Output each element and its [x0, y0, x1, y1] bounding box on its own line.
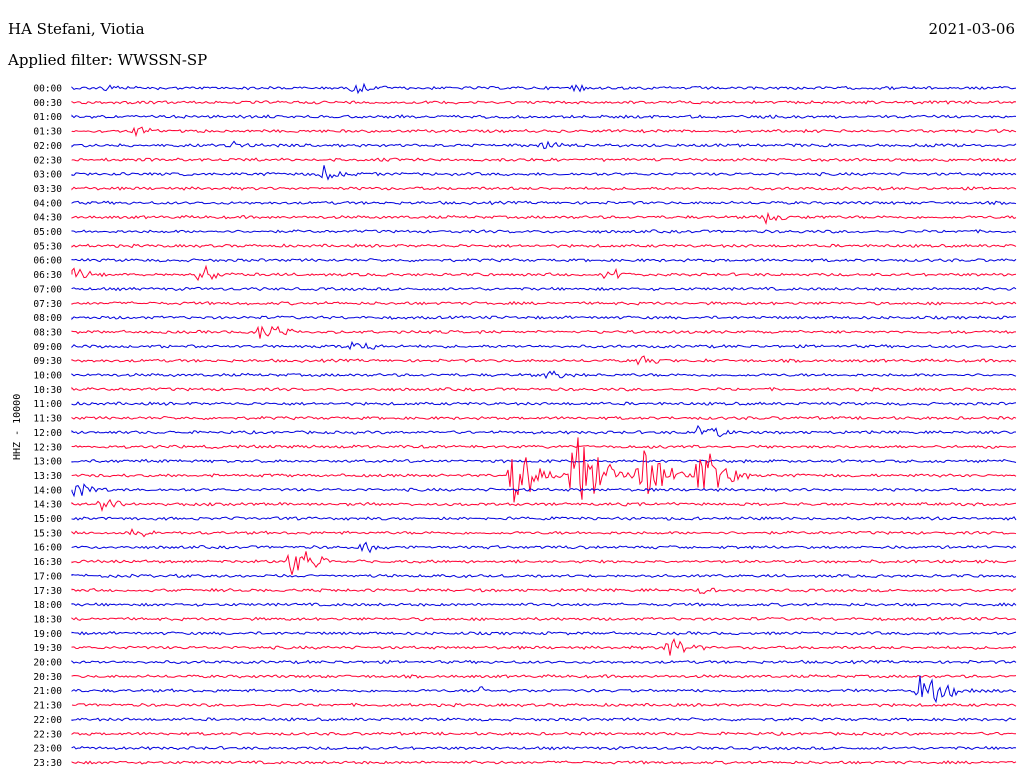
trace-0100: [71, 114, 1017, 119]
trace-0400: [71, 200, 1017, 206]
trace-0900: [71, 340, 1017, 351]
row-time-label: 23:00: [33, 744, 62, 755]
trace-1130: [71, 415, 1017, 421]
row-time-label: 16:30: [33, 557, 62, 568]
trace-1030: [71, 386, 1017, 392]
trace-2330: [71, 760, 1017, 765]
row-time-label: 08:00: [33, 313, 62, 324]
row-time-label: 04:00: [33, 198, 62, 209]
trace-0500: [71, 229, 1017, 234]
row-time-label: 19:30: [33, 643, 62, 654]
row-time-label: 20:00: [33, 658, 62, 669]
row-time-label: 09:30: [33, 356, 62, 367]
row-time-label: 07:00: [33, 284, 62, 295]
row-time-label: 14:00: [33, 485, 62, 496]
row-time-label: 17:00: [33, 571, 62, 582]
trace-0730: [71, 300, 1017, 306]
trace-0330: [71, 186, 1017, 191]
row-time-label: 02:00: [33, 141, 62, 152]
row-time-label: 08:30: [33, 327, 62, 338]
row-time-label: 06:00: [33, 256, 62, 267]
trace-0030: [71, 99, 1017, 105]
row-time-label: 16:00: [33, 543, 62, 554]
trace-1930: [71, 637, 1017, 656]
row-time-label: 12:00: [33, 428, 62, 439]
trace-0630: [71, 264, 1017, 282]
row-time-label: 19:00: [33, 629, 62, 640]
trace-0930: [71, 355, 1017, 366]
trace-1730: [71, 587, 1017, 595]
trace-1500: [71, 516, 1017, 521]
row-time-label: 10:00: [33, 371, 62, 382]
row-time-label: 17:30: [33, 586, 62, 597]
trace-1630: [71, 551, 1017, 575]
row-time-label: 22:00: [33, 715, 62, 726]
trace-1600: [71, 541, 1017, 554]
row-time-label: 00:00: [33, 84, 62, 95]
row-time-label: 15:00: [33, 514, 62, 525]
row-time-label: 02:30: [33, 155, 62, 166]
trace-1400: [71, 483, 1017, 498]
row-time-label: 04:30: [33, 213, 62, 224]
row-time-label: 11:30: [33, 414, 62, 425]
row-time-label: 22:30: [33, 729, 62, 740]
trace-0800: [71, 315, 1017, 321]
row-time-label: 23:30: [33, 758, 62, 769]
row-time-label: 03:00: [33, 170, 62, 181]
row-time-label: 21:30: [33, 701, 62, 712]
row-time-label: 09:00: [33, 342, 62, 353]
trace-0700: [71, 286, 1017, 292]
trace-1000: [71, 370, 1017, 380]
trace-1300: [71, 458, 1017, 464]
row-time-label: 10:30: [33, 385, 62, 396]
trace-0430: [71, 211, 1017, 226]
row-time-label: 21:00: [33, 686, 62, 697]
trace-0300: [71, 165, 1017, 181]
trace-1200: [71, 424, 1016, 438]
trace-1700: [71, 573, 1017, 579]
row-time-label: 18:30: [33, 614, 62, 625]
row-time-label: 11:00: [33, 399, 62, 410]
trace-0530: [71, 243, 1017, 249]
trace-1100: [71, 401, 1017, 406]
trace-1430: [71, 498, 1017, 512]
seismogram-plot: 00:00 00:30 01:00 01:30 02:00 02:30 03:00 03:30…: [33, 82, 1017, 769]
row-time-label: 15:30: [33, 528, 62, 539]
trace-1530: [71, 528, 1017, 538]
trace-2130: [71, 702, 1017, 708]
trace-1230: [71, 444, 1017, 449]
trace-0600: [71, 257, 1017, 263]
trace-0130: [71, 126, 1017, 138]
row-time-label: 03:30: [33, 184, 62, 195]
row-labels: 00:00 00:30 01:00 01:30 02:00 02:30 03:00 03:30…: [33, 84, 62, 769]
trace-2000: [71, 659, 1017, 665]
row-time-label: 18:00: [33, 600, 62, 611]
row-time-label: 12:30: [33, 442, 62, 453]
row-time-label: 01:00: [33, 112, 62, 123]
trace-1830: [71, 616, 1017, 622]
row-time-label: 00:30: [33, 98, 62, 109]
trace-1800: [71, 602, 1017, 607]
trace-2030: [71, 674, 1017, 679]
row-time-label: 14:30: [33, 500, 62, 511]
trace-2300: [71, 745, 1017, 751]
row-time-label: 07:30: [33, 299, 62, 310]
trace-0230: [71, 157, 1017, 163]
row-time-label: 06:30: [33, 270, 62, 281]
trace-0830: [71, 325, 1016, 339]
trace-1900: [71, 631, 1017, 636]
row-time-label: 13:30: [33, 471, 62, 482]
trace-0200: [71, 140, 1017, 150]
row-time-label: 05:00: [33, 227, 62, 238]
row-time-label: 13:00: [33, 457, 62, 468]
trace-2100: [71, 675, 1017, 704]
row-time-label: 05:30: [33, 241, 62, 252]
trace-2230: [71, 731, 1017, 736]
trace-0000: [71, 82, 1017, 95]
row-time-label: 01:30: [33, 127, 62, 138]
trace-2200: [71, 717, 1017, 722]
row-time-label: 20:30: [33, 672, 62, 683]
